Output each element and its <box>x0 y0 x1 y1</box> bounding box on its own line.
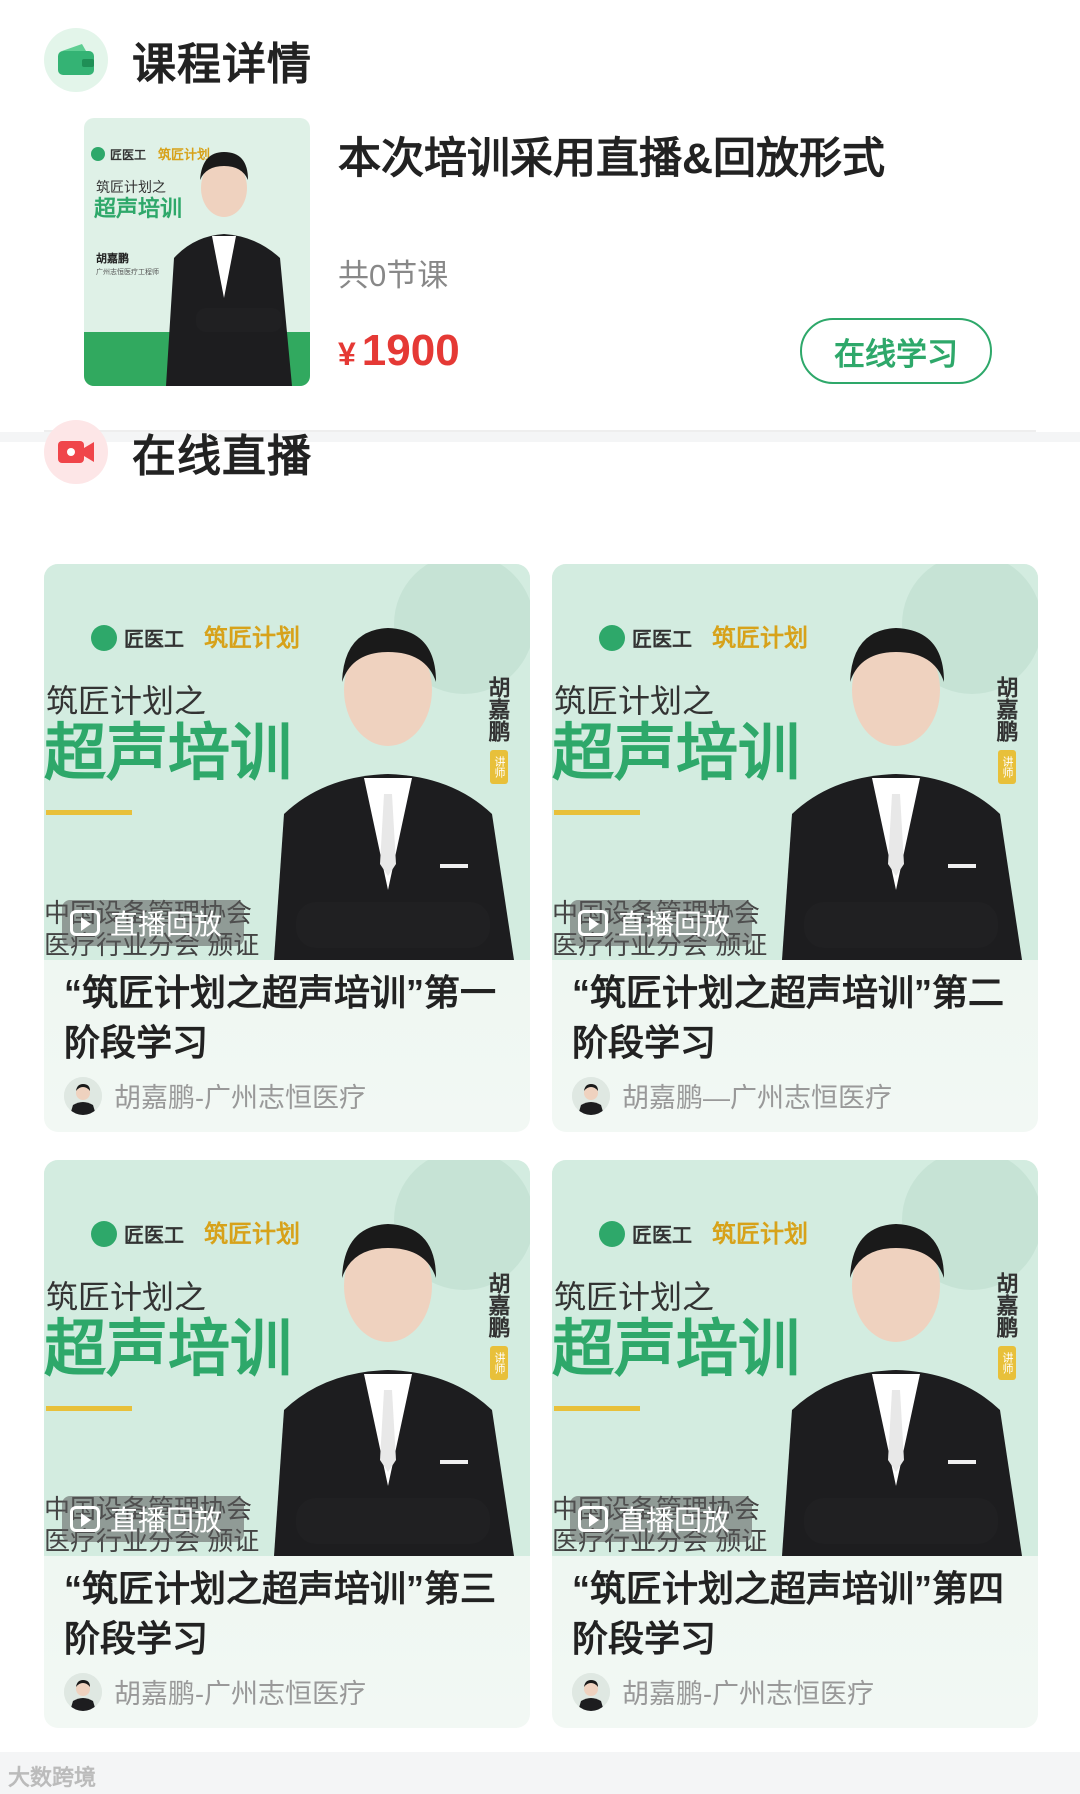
video-card-1[interactable]: 匠医工 筑匠计划 筑匠计划之 超声培训 胡嘉鹏 讲师 中国设备管理协会 <box>44 564 530 1132</box>
video-author: 胡嘉鹏-广州志恒医疗 <box>64 1672 366 1711</box>
thumb-headline: 超声培训 <box>44 1315 292 1384</box>
cover-plan: 筑匠计划 <box>158 147 210 162</box>
thumb-lecturer-name: 胡嘉鹏 <box>486 1272 511 1339</box>
cover-brand: 匠医工 <box>110 148 146 162</box>
replay-badge: 直播回放 <box>570 900 753 946</box>
cover-lecturer-org: 广州志恒医疗工程师 <box>96 267 159 276</box>
video-title[interactable]: “筑匠计划之超声培训”第三阶段学习 <box>64 1564 524 1664</box>
avatar <box>572 1076 610 1115</box>
lesson-count: 共0节课 <box>338 258 449 293</box>
watermark: 大数跨境 <box>8 1765 97 1790</box>
avatar <box>572 1672 610 1711</box>
thumb-headline: 超声培训 <box>44 719 292 788</box>
video-author: 胡嘉鹏-广州志恒医疗 <box>572 1672 874 1711</box>
currency-symbol: ¥ <box>338 336 356 372</box>
thumb-lecturer-name: 胡嘉鹏 <box>486 676 511 743</box>
thumb-headline: 超声培训 <box>552 1315 800 1384</box>
thumb-lecturer-name: 胡嘉鹏 <box>994 1272 1019 1339</box>
thumb-lecturer-tag: 讲师 <box>493 755 506 778</box>
thumb-subtitle: 筑匠计划之 <box>554 1279 714 1315</box>
video-author: 胡嘉鹏-广州志恒医疗 <box>64 1076 366 1115</box>
thumb-lecturer-tag: 讲师 <box>493 1351 506 1374</box>
video-title[interactable]: “筑匠计划之超声培训”第四阶段学习 <box>572 1564 1032 1664</box>
live-section-header: 在线直播 <box>44 420 312 484</box>
author-name: 胡嘉鹏-广州志恒医疗 <box>622 1679 874 1709</box>
thumb-plan: 筑匠计划 <box>712 624 808 652</box>
replay-badge-label: 直播回放 <box>110 1505 223 1536</box>
video-camera-icon <box>44 420 108 484</box>
avatar <box>64 1076 102 1115</box>
thumb-lecturer-tag: 讲师 <box>1001 1351 1014 1374</box>
thumb-subtitle: 筑匠计划之 <box>46 1279 206 1315</box>
course-section-header: 课程详情 <box>44 28 312 92</box>
replay-badge: 直播回放 <box>62 900 245 946</box>
thumb-plan: 筑匠计划 <box>204 624 300 652</box>
video-card-4[interactable]: 匠医工 筑匠计划 筑匠计划之 超声培训 胡嘉鹏 讲师 中国设备管理协会 <box>552 1160 1038 1728</box>
section-title: 课程详情 <box>132 40 312 89</box>
thumb-plan: 筑匠计划 <box>204 1220 300 1248</box>
play-icon <box>70 1506 100 1532</box>
video-thumbnail[interactable]: 匠医工 筑匠计划 筑匠计划之 超声培训 胡嘉鹏 讲师 中国设备管理协会 <box>552 564 1038 960</box>
thumb-headline: 超声培训 <box>552 719 800 788</box>
play-icon <box>578 1506 608 1532</box>
play-icon <box>578 910 608 936</box>
video-card-3[interactable]: 匠医工 筑匠计划 筑匠计划之 超声培训 胡嘉鹏 讲师 中国设备管理协会 <box>44 1160 530 1728</box>
thumb-subtitle: 筑匠计划之 <box>46 683 206 719</box>
course-title: 本次培训采用直播&回放形式 <box>338 135 886 183</box>
course-price: ¥1900 <box>338 326 460 376</box>
thumb-brand: 匠医工 <box>124 1225 184 1247</box>
cover-subtitle: 筑匠计划之 <box>96 179 166 195</box>
wallet-icon <box>44 28 108 92</box>
replay-badge: 直播回放 <box>62 1496 245 1542</box>
replay-badge: 直播回放 <box>570 1496 753 1542</box>
thumb-plan: 筑匠计划 <box>712 1220 808 1248</box>
video-card-2[interactable]: 匠医工 筑匠计划 筑匠计划之 超声培训 胡嘉鹏 讲师 中国设备管理协会 <box>552 564 1038 1132</box>
course-cover-image[interactable]: 匠医工 筑匠计划 筑匠计划之 超声培训 胡嘉鹏 广州志恒医疗工程师 <box>84 118 310 386</box>
author-name: 胡嘉鹏—广州志恒医疗 <box>622 1083 892 1113</box>
video-thumbnail[interactable]: 匠医工 筑匠计划 筑匠计划之 超声培训 胡嘉鹏 讲师 中国设备管理协会 <box>44 564 530 960</box>
replay-badge-label: 直播回放 <box>110 909 223 940</box>
thumb-subtitle: 筑匠计划之 <box>554 683 714 719</box>
video-thumbnail[interactable]: 匠医工 筑匠计划 筑匠计划之 超声培训 胡嘉鹏 讲师 中国设备管理协会 <box>552 1160 1038 1556</box>
thumb-brand: 匠医工 <box>632 629 692 651</box>
cover-headline: 超声培训 <box>94 196 182 221</box>
section-title: 在线直播 <box>132 432 312 481</box>
course-detail-card: 课程详情 匠医工 筑匠计划 筑匠计划之 超声培训 胡嘉鹏 广州志恒医疗工程师 本… <box>0 0 1080 432</box>
thumb-brand: 匠医工 <box>632 1225 692 1247</box>
video-title[interactable]: “筑匠计划之超声培训”第一阶段学习 <box>64 968 524 1068</box>
author-name: 胡嘉鹏-广州志恒医疗 <box>114 1679 366 1709</box>
replay-badge-label: 直播回放 <box>618 1505 731 1536</box>
replay-badge-label: 直播回放 <box>618 909 731 940</box>
video-author: 胡嘉鹏—广州志恒医疗 <box>572 1076 892 1115</box>
video-thumbnail[interactable]: 匠医工 筑匠计划 筑匠计划之 超声培训 胡嘉鹏 讲师 中国设备管理协会 <box>44 1160 530 1556</box>
thumb-lecturer-name: 胡嘉鹏 <box>994 676 1019 743</box>
thumb-brand: 匠医工 <box>124 629 184 651</box>
price-value: 1900 <box>361 326 460 375</box>
video-title[interactable]: “筑匠计划之超声培训”第二阶段学习 <box>572 968 1032 1068</box>
thumb-lecturer-tag: 讲师 <box>1001 755 1014 778</box>
cover-lecturer: 胡嘉鹏 <box>96 251 129 265</box>
author-name: 胡嘉鹏-广州志恒医疗 <box>114 1083 366 1113</box>
avatar <box>64 1672 102 1711</box>
play-icon <box>70 910 100 936</box>
online-study-button[interactable]: 在线学习 <box>800 318 992 384</box>
